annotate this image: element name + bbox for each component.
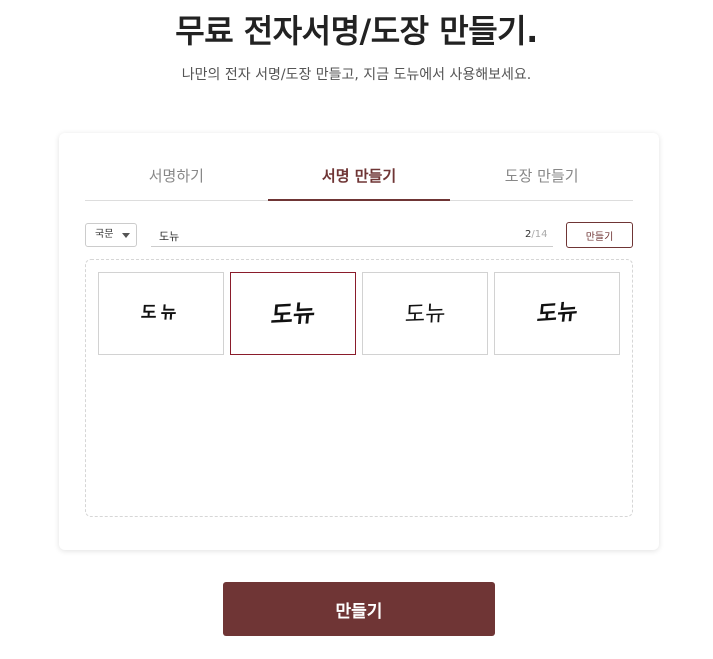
signature-option[interactable]: 도뉴	[494, 272, 620, 355]
tab-create-signature[interactable]: 서명 만들기	[267, 133, 451, 201]
signature-preview-area: 도뉴 도뉴 도뉴 도뉴	[85, 259, 633, 517]
input-row: 국문 2/14 만들기	[85, 222, 633, 249]
char-max: /14	[531, 229, 548, 240]
name-input[interactable]	[151, 223, 553, 247]
make-button[interactable]: 만들기	[223, 582, 495, 636]
signature-text: 도뉴	[535, 298, 579, 328]
page-title: 무료 전자서명/도장 만들기.	[175, 12, 538, 50]
tab-bar: 서명하기 서명 만들기 도장 만들기	[85, 133, 633, 201]
signature-option-selected[interactable]: 도뉴	[230, 272, 356, 355]
language-select-value: 국문	[95, 229, 114, 240]
signature-card: 서명하기 서명 만들기 도장 만들기 국문 2/14 만들기 도뉴 도뉴 도뉴 …	[59, 133, 659, 550]
signature-text: 도뉴	[404, 299, 446, 327]
chevron-down-icon	[122, 233, 130, 238]
signature-text: 도뉴	[269, 297, 317, 329]
signature-option[interactable]: 도뉴	[362, 272, 488, 355]
signature-text: 도뉴	[140, 303, 182, 323]
generate-button[interactable]: 만들기	[566, 222, 633, 248]
char-counter: 2/14	[525, 229, 547, 240]
language-select[interactable]: 국문	[85, 223, 137, 247]
page-subtitle: 나만의 전자 서명/도장 만들고, 지금 도뉴에서 사용해보세요.	[181, 67, 532, 83]
signature-option[interactable]: 도뉴	[98, 272, 224, 355]
tab-sign[interactable]: 서명하기	[85, 133, 268, 200]
tab-create-stamp[interactable]: 도장 만들기	[450, 133, 633, 200]
